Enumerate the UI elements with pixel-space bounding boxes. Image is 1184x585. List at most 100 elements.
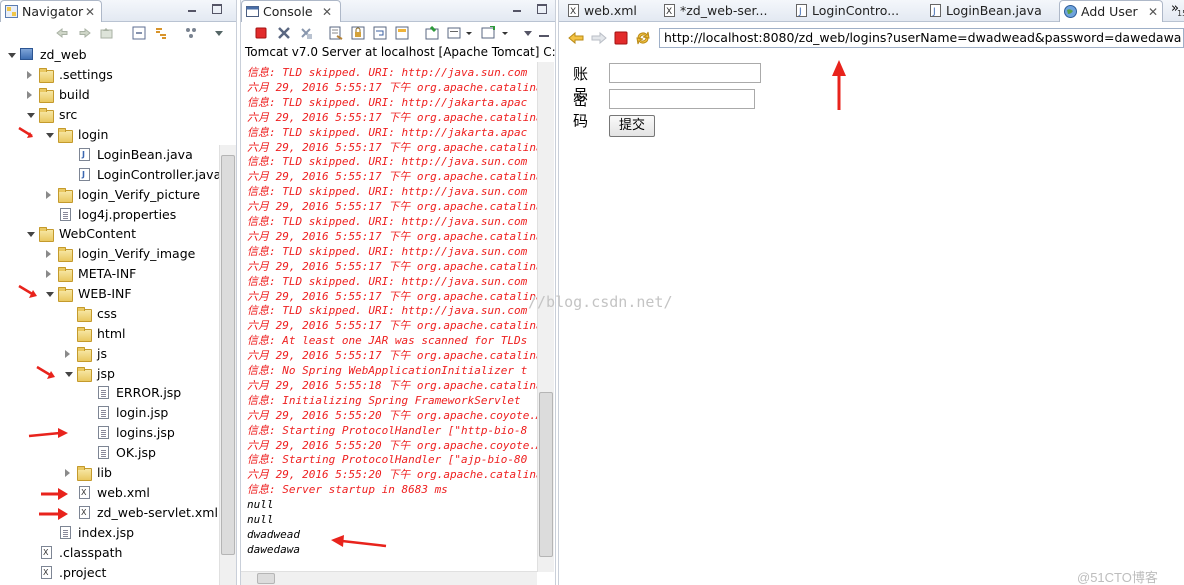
- tree-item[interactable]: html: [0, 324, 216, 344]
- terminate-icon[interactable]: [254, 26, 268, 40]
- folder-icon: [58, 247, 73, 262]
- editor-tab[interactable]: J LoginBean.java: [925, 0, 1055, 22]
- xml-file-icon: X: [664, 4, 675, 17]
- collapsed-twisty-icon[interactable]: [65, 469, 70, 477]
- editor-tab[interactable]: X *zd_web-ser...: [659, 0, 787, 22]
- tab-close-icon[interactable]: ✕: [85, 1, 95, 23]
- navigator-scrollbar[interactable]: [219, 145, 236, 585]
- console-line: 信息: Server startup in 8683 ms: [247, 483, 448, 497]
- pin-console-icon[interactable]: [425, 26, 439, 40]
- minimize-icon[interactable]: [186, 3, 198, 15]
- expanded-twisty-icon[interactable]: [46, 292, 54, 297]
- console-line: 六月 29, 2016 5:55:17 下午 org.apache.catali…: [247, 229, 543, 243]
- console-line: 信息: At least one JAR was scanned for TLD…: [247, 334, 528, 348]
- console-horizontal-scrollbar[interactable]: [241, 571, 537, 585]
- back-arrow-icon[interactable]: [55, 26, 69, 40]
- tree-item[interactable]: zd_web-servlet.xml: [0, 503, 218, 523]
- tree-item[interactable]: log4j.properties: [0, 205, 216, 225]
- blog-watermark: //blog.csdn.net/: [528, 293, 673, 311]
- forward-arrow-icon[interactable]: [591, 31, 607, 45]
- console-launch-title: Tomcat v7.0 Server at localhost [Apache …: [245, 45, 556, 59]
- console-vertical-scrollbar[interactable]: [537, 62, 554, 572]
- tree-item-label: css: [97, 306, 117, 321]
- tree-item-label: src: [59, 107, 78, 122]
- collapsed-twisty-icon[interactable]: [27, 71, 32, 79]
- console-hscroll-thumb[interactable]: [257, 573, 275, 584]
- collapsed-twisty-icon[interactable]: [65, 350, 70, 358]
- tree-item[interactable]: LoginBean.java: [0, 145, 216, 165]
- dropdown-arrow-icon[interactable]: [465, 26, 473, 40]
- tree-item[interactable]: .settings: [0, 65, 216, 85]
- tree-item[interactable]: src: [0, 105, 216, 125]
- scroll-lock-icon[interactable]: [351, 26, 365, 40]
- collapsed-twisty-icon[interactable]: [27, 91, 32, 99]
- minimize-icon[interactable]: [511, 3, 523, 15]
- tree-item[interactable]: index.jsp: [0, 523, 216, 543]
- dropdown-arrow-icon[interactable]: [501, 26, 509, 40]
- tree-item[interactable]: META-INF: [0, 264, 216, 284]
- clear-console-icon[interactable]: [329, 26, 343, 40]
- tab-console[interactable]: Console ✕: [241, 0, 341, 22]
- account-input[interactable]: [609, 63, 761, 83]
- collapse-all-icon[interactable]: [132, 26, 146, 40]
- up-folder-icon[interactable]: [100, 26, 114, 40]
- tab-navigator[interactable]: Navigator ✕: [0, 0, 102, 22]
- expanded-twisty-icon[interactable]: [65, 372, 73, 377]
- view-menu-icon[interactable]: [521, 26, 535, 40]
- tree-item[interactable]: css: [0, 304, 216, 324]
- collapsed-twisty-icon[interactable]: [46, 250, 51, 258]
- remove-all-terminated-icon[interactable]: [299, 26, 313, 40]
- url-address-bar[interactable]: http://localhost:8080/zd_web/logins?user…: [659, 28, 1184, 48]
- tree-item[interactable]: login_Verify_image: [0, 244, 216, 264]
- expanded-twisty-icon[interactable]: [27, 232, 35, 237]
- refresh-icon[interactable]: [635, 30, 651, 46]
- minimize-icon[interactable]: [537, 26, 551, 40]
- editor-tab[interactable]: Xweb.xml: [563, 0, 655, 22]
- word-wrap-icon[interactable]: [373, 26, 387, 40]
- filter-icon[interactable]: [184, 26, 198, 40]
- tree-item[interactable]: login_Verify_picture: [0, 185, 216, 205]
- stop-icon[interactable]: [614, 31, 628, 45]
- view-menu-icon[interactable]: [212, 26, 226, 40]
- tree-item-label: logins.jsp: [116, 425, 175, 440]
- console-scrollbar-thumb[interactable]: [539, 392, 553, 557]
- expanded-twisty-icon[interactable]: [46, 133, 54, 138]
- display-console-icon[interactable]: [447, 26, 461, 40]
- tree-item[interactable]: lib: [0, 463, 216, 483]
- folder-icon: [39, 88, 54, 103]
- show-on-output-icon[interactable]: [395, 26, 409, 40]
- submit-button[interactable]: 提交: [609, 115, 655, 137]
- tree-item[interactable]: build: [0, 85, 216, 105]
- tree-item[interactable]: js: [0, 344, 216, 364]
- collapsed-twisty-icon[interactable]: [46, 270, 51, 278]
- collapsed-twisty-icon[interactable]: [46, 191, 51, 199]
- tab-close-icon[interactable]: ✕: [322, 1, 332, 23]
- expanded-twisty-icon[interactable]: [8, 53, 16, 58]
- link-with-editor-icon[interactable]: [154, 26, 168, 40]
- tab-close-icon[interactable]: ✕: [1148, 1, 1158, 23]
- open-console-icon[interactable]: [481, 26, 495, 40]
- tree-item[interactable]: login.jsp: [0, 403, 216, 423]
- console-icon: [246, 6, 259, 17]
- forward-arrow-icon[interactable]: [78, 26, 92, 40]
- tree-item[interactable]: jsp: [0, 364, 216, 384]
- tree-item[interactable]: .project: [0, 563, 216, 583]
- tree-item[interactable]: zd_web: [0, 45, 216, 65]
- password-input[interactable]: [609, 89, 755, 109]
- xml-file-icon: [79, 506, 90, 519]
- console-line: 信息: TLD skipped. URI: http://java.sun.co…: [247, 244, 528, 258]
- remove-launch-icon[interactable]: [277, 26, 291, 40]
- editor-tab[interactable]: Add User ✕: [1059, 0, 1163, 22]
- tree-item[interactable]: ERROR.jsp: [0, 383, 216, 403]
- navigator-scrollbar-thumb[interactable]: [221, 155, 235, 555]
- tree-item[interactable]: WebContent: [0, 224, 216, 244]
- editor-tab[interactable]: J LoginContro...: [791, 0, 921, 22]
- tree-item[interactable]: OK.jsp: [0, 443, 216, 463]
- maximize-icon[interactable]: [212, 4, 222, 14]
- tree-item[interactable]: web.xml: [0, 483, 216, 503]
- tree-item[interactable]: .classpath: [0, 543, 216, 563]
- expanded-twisty-icon[interactable]: [27, 113, 35, 118]
- tree-item[interactable]: LoginController.java: [0, 165, 221, 185]
- maximize-icon[interactable]: [537, 4, 547, 14]
- back-arrow-icon[interactable]: [568, 31, 584, 45]
